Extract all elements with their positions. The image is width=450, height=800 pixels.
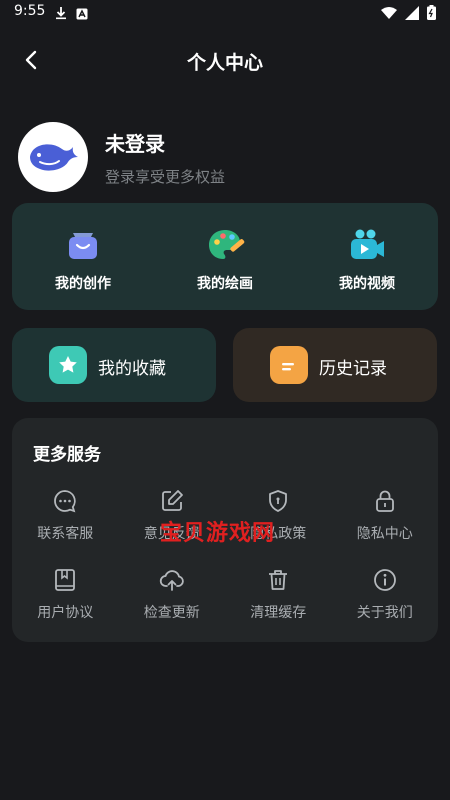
palette-icon [205, 225, 245, 265]
trash-icon [265, 567, 291, 593]
my-favorites-label: 我的收藏 [98, 359, 166, 379]
edit-icon [159, 488, 185, 514]
clear-cache-button[interactable]: 清理缓存 [225, 567, 332, 622]
cloud-upload-icon [159, 567, 185, 593]
history-button[interactable]: 历史记录 [233, 328, 437, 402]
book-icon [52, 567, 78, 593]
history-label: 历史记录 [319, 359, 387, 379]
about-us-button[interactable]: 关于我们 [332, 567, 439, 622]
check-update-label: 检查更新 [143, 605, 200, 621]
profile-section[interactable]: 未登录 登录享受更多权益 [18, 122, 438, 192]
app-notification-icon [76, 5, 88, 24]
user-agreement-button[interactable]: 用户协议 [12, 567, 119, 622]
profile-subtitle: 登录享受更多权益 [105, 168, 226, 186]
my-videos-button[interactable]: 我的视频 [296, 203, 438, 310]
profile-name[interactable]: 未登录 [105, 128, 165, 157]
clear-cache-label: 清理缓存 [250, 605, 307, 621]
avatar[interactable] [18, 122, 88, 192]
feedback-button[interactable]: 意见反馈 [119, 488, 226, 543]
status-bar: 9:55 [0, 0, 450, 26]
check-update-button[interactable]: 检查更新 [119, 567, 226, 622]
shopping-bag-icon [63, 225, 103, 265]
contact-support-button[interactable]: 联系客服 [12, 488, 119, 543]
privacy-center-button[interactable]: 隐私中心 [332, 488, 439, 543]
my-creations-button[interactable]: 我的创作 [12, 203, 154, 310]
more-services-card: 更多服务 联系客服 意见反馈 隐私政策 隐私中心 用户协议 检查更新 清理缓存 … [12, 418, 438, 642]
signal-icon [405, 5, 419, 24]
chat-icon [52, 488, 78, 514]
about-us-label: 关于我们 [356, 605, 413, 621]
my-creations-label: 我的创作 [55, 276, 111, 292]
info-icon [372, 567, 398, 593]
shield-icon [265, 488, 291, 514]
wifi-icon [381, 5, 397, 24]
my-paintings-button[interactable]: 我的绘画 [154, 203, 296, 310]
contact-support-label: 联系客服 [37, 526, 94, 542]
privacy-center-label: 隐私中心 [356, 526, 413, 542]
my-paintings-label: 我的绘画 [197, 276, 253, 292]
my-videos-label: 我的视频 [339, 276, 395, 292]
status-time: 9:55 [14, 3, 46, 19]
battery-icon [427, 5, 436, 24]
header: 个人中心 [0, 40, 450, 84]
page-title: 个人中心 [186, 52, 263, 74]
video-camera-icon [347, 225, 387, 265]
feedback-label: 意见反馈 [143, 526, 200, 542]
lock-icon [372, 488, 398, 514]
document-icon [270, 346, 308, 384]
my-favorites-button[interactable]: 我的收藏 [12, 328, 216, 402]
download-icon [54, 5, 68, 24]
star-icon [49, 346, 87, 384]
privacy-policy-label: 隐私政策 [250, 526, 307, 542]
whale-logo-icon [26, 135, 80, 179]
privacy-policy-button[interactable]: 隐私政策 [225, 488, 332, 543]
user-agreement-label: 用户协议 [37, 605, 94, 621]
services-title: 更多服务 [33, 445, 101, 465]
works-card: 我的创作 我的绘画 我的视频 [12, 203, 438, 310]
